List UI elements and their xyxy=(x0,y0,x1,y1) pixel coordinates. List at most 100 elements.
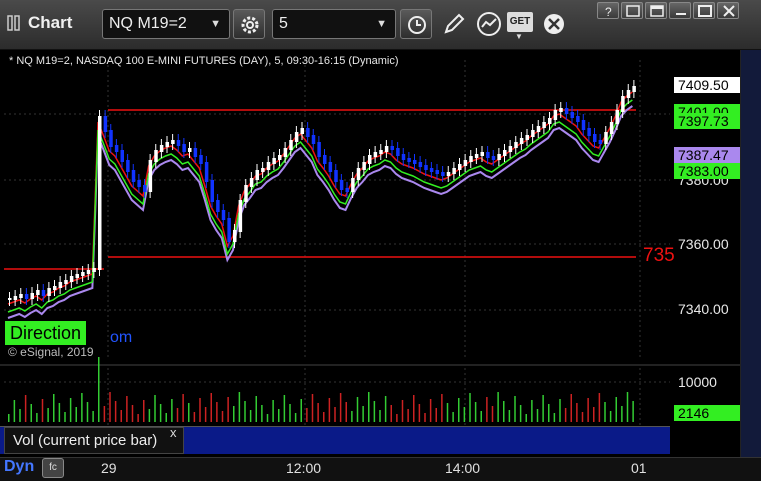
interval-clock-button[interactable] xyxy=(400,9,432,39)
candle-body xyxy=(632,86,636,92)
study-icon[interactable] xyxy=(476,11,502,42)
candle-body xyxy=(564,108,569,114)
volume-bar xyxy=(598,393,601,422)
volume-bar xyxy=(261,405,263,422)
candle-body xyxy=(300,128,304,134)
candle-body xyxy=(323,155,327,164)
chevron-down-icon[interactable]: ▼ xyxy=(376,10,387,38)
volume-bar xyxy=(131,405,134,422)
volume-bar xyxy=(452,412,454,422)
candle-body xyxy=(334,170,338,182)
time-mode-button[interactable]: fc xyxy=(42,458,64,478)
time-axis-label: 01 xyxy=(631,460,647,476)
candle-body xyxy=(368,155,372,164)
tile-button[interactable] xyxy=(621,2,643,19)
candle-body xyxy=(458,164,462,170)
volume-bar xyxy=(238,392,241,422)
volume-bar xyxy=(418,404,421,422)
volume-bar xyxy=(401,400,404,422)
volume-bar xyxy=(193,412,196,422)
candle-body xyxy=(8,298,12,300)
level-line-label: 735 xyxy=(643,245,675,266)
volume-bar xyxy=(491,406,494,422)
volume-bar xyxy=(272,400,274,422)
close-circle-icon[interactable] xyxy=(542,12,566,41)
candle-body xyxy=(407,158,411,162)
volume-bar xyxy=(126,396,128,422)
volume-bar xyxy=(362,406,364,422)
candle-body xyxy=(289,140,293,150)
volume-bar xyxy=(609,411,612,422)
pencil-icon[interactable] xyxy=(442,12,466,41)
volume-bar xyxy=(41,399,44,422)
volume-bar xyxy=(81,393,83,422)
volume-bar xyxy=(593,407,595,422)
candle-body xyxy=(199,155,203,164)
candle-body xyxy=(604,132,608,144)
candle-body xyxy=(176,140,181,146)
volume-current-tag: 2146 xyxy=(674,405,740,421)
volume-bar xyxy=(233,406,235,422)
volume-bar xyxy=(429,399,432,422)
candle-body xyxy=(497,154,501,160)
volume-bar xyxy=(176,408,179,422)
volume-bar xyxy=(103,406,106,422)
volume-bar xyxy=(615,397,617,422)
volume-bar xyxy=(576,403,578,422)
symbol-combobox[interactable]: NQ M19=2 ▼ xyxy=(102,9,230,39)
volume-bar xyxy=(559,399,561,422)
volume-study-label[interactable]: Vol (current price bar) xyxy=(4,427,184,454)
restore-button[interactable] xyxy=(645,2,667,19)
minimize-button[interactable] xyxy=(669,2,691,19)
candle-body xyxy=(396,148,400,156)
volume-bar xyxy=(19,409,21,422)
volume-bar xyxy=(536,409,539,422)
candle-body xyxy=(593,134,597,142)
candle-body xyxy=(486,152,490,158)
settings-button[interactable] xyxy=(233,9,265,39)
volume-bar xyxy=(148,409,151,422)
volume-bar xyxy=(154,395,156,422)
interval-combobox[interactable]: 5 ▼ xyxy=(272,9,396,39)
get-data-button[interactable]: GET xyxy=(507,12,533,32)
candle-body xyxy=(109,130,113,147)
candle-body xyxy=(469,156,473,162)
candle-body xyxy=(446,172,451,176)
candle-body xyxy=(92,268,96,272)
close-button[interactable] xyxy=(717,2,739,19)
help-button[interactable]: ? xyxy=(597,2,619,19)
candle-body xyxy=(542,122,546,128)
candle-body xyxy=(559,108,563,112)
direction-badge: Direction xyxy=(5,321,87,345)
candle-body xyxy=(210,180,214,202)
chevron-down-icon[interactable]: ▼ xyxy=(210,10,221,38)
candle-body xyxy=(216,200,220,212)
maximize-button[interactable] xyxy=(693,2,715,19)
price-tag-level-2: 7397.73 xyxy=(674,113,740,129)
time-mode-label[interactable]: Dyn xyxy=(4,458,34,476)
volume-bars xyxy=(8,357,634,422)
symbol-value: NQ M19=2 xyxy=(109,15,187,32)
volume-bar xyxy=(519,405,522,422)
candle-body xyxy=(519,138,524,144)
volume-bar xyxy=(109,392,111,422)
volume-bar xyxy=(514,396,516,422)
candle-body xyxy=(441,172,445,176)
svg-text:?: ? xyxy=(605,5,612,17)
volume-bar xyxy=(58,403,61,422)
candle-body xyxy=(306,128,310,137)
candle-body xyxy=(165,142,169,147)
candle-body xyxy=(379,150,383,154)
volume-bar xyxy=(137,414,139,422)
volume-bar xyxy=(216,402,218,422)
volume-bar xyxy=(548,404,550,422)
volume-bar xyxy=(159,404,162,422)
candle-body xyxy=(328,162,333,172)
candle-body xyxy=(362,162,366,170)
volume-study-close-icon[interactable]: x xyxy=(170,425,177,440)
chevron-down-icon[interactable]: ▼ xyxy=(515,32,523,41)
volume-bar xyxy=(334,407,336,422)
candle-body xyxy=(373,152,378,157)
candle-body xyxy=(609,122,614,134)
candle-body xyxy=(553,110,558,120)
